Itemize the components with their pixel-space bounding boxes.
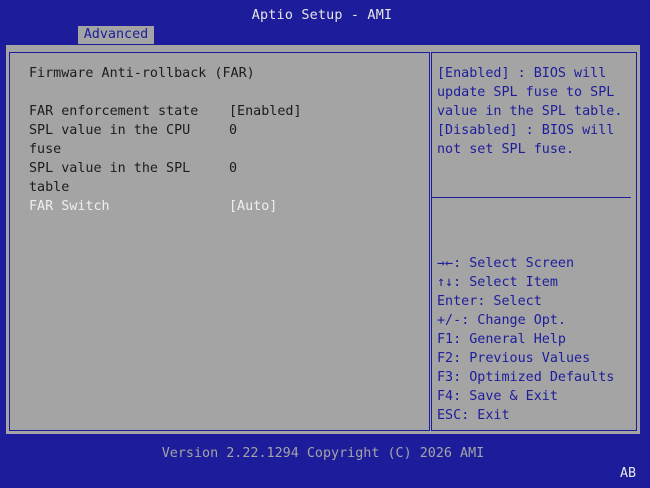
key-hint-change-opt: +/-: Change Opt. bbox=[437, 313, 566, 328]
setting-label-far-enforcement: FAR enforcement state bbox=[29, 104, 199, 119]
key-hint-esc: ESC: Exit bbox=[437, 408, 510, 423]
setting-value-far-switch[interactable]: [Auto] bbox=[229, 197, 277, 216]
post-code: AB bbox=[620, 466, 637, 481]
up-down-arrows-icon: ↑↓ bbox=[437, 275, 454, 290]
key-hint-f1: F1: General Help bbox=[437, 332, 566, 347]
setting-label-spl-cpu-line2: fuse bbox=[29, 142, 62, 157]
key-hint-f3: F3: Optimized Defaults bbox=[437, 370, 615, 385]
help-description-line: value in the SPL table. bbox=[437, 104, 623, 119]
bios-screen: Aptio Setup - AMI Advanced Firmware Anti… bbox=[0, 0, 650, 488]
setting-label-spl-table-line2: table bbox=[29, 180, 70, 195]
key-hint-f2: F2: Previous Values bbox=[437, 351, 591, 366]
window-title: Aptio Setup - AMI bbox=[251, 8, 393, 23]
key-hint-enter: Enter: Select bbox=[437, 294, 542, 309]
setting-label-far-switch[interactable]: FAR Switch bbox=[29, 197, 110, 216]
help-description-line: [Enabled] : BIOS will bbox=[437, 66, 607, 81]
key-hint-f4: F4: Save & Exit bbox=[437, 389, 558, 404]
version-footer: Version 2.22.1294 Copyright (C) 2026 AMI bbox=[161, 446, 485, 461]
help-description-line: update SPL fuse to SPL bbox=[437, 85, 615, 100]
setting-label-spl-cpu-line1: SPL value in the CPU bbox=[29, 123, 191, 138]
tab-advanced[interactable]: Advanced bbox=[78, 26, 154, 44]
setting-value-spl-table: 0 bbox=[229, 161, 238, 176]
help-description-line: not set SPL fuse. bbox=[437, 142, 575, 157]
section-title: Firmware Anti-rollback (FAR) bbox=[29, 66, 255, 81]
setting-label-spl-table-line1: SPL value in the SPL bbox=[29, 161, 191, 176]
setting-value-spl-cpu: 0 bbox=[229, 123, 238, 138]
left-right-arrows-icon: →← bbox=[437, 256, 454, 271]
key-hint-select-screen: →←: Select Screen bbox=[437, 256, 575, 271]
help-description-line: [Disabled] : BIOS will bbox=[437, 123, 615, 138]
key-hint-select-item: ↑↓: Select Item bbox=[437, 275, 558, 290]
help-divider bbox=[431, 197, 631, 198]
setting-value-far-enforcement: [Enabled] bbox=[229, 104, 302, 119]
